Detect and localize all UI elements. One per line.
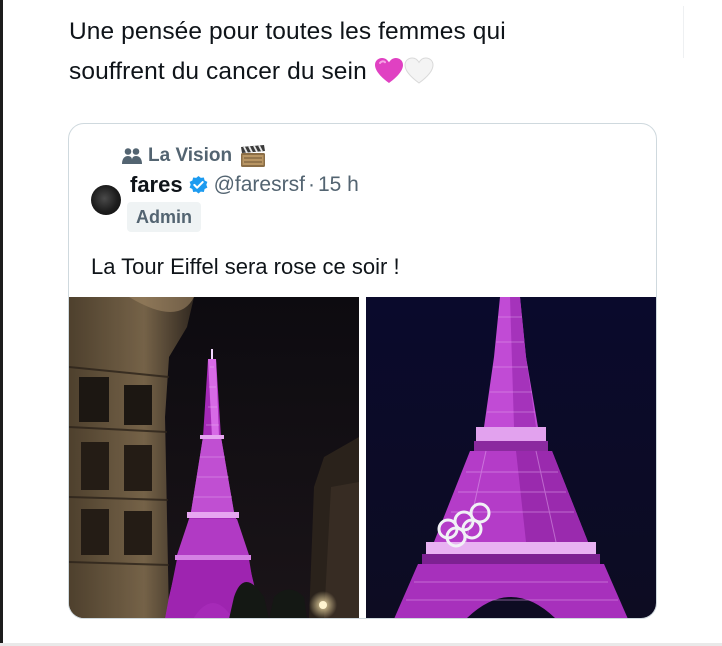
author-name[interactable]: fares (130, 172, 183, 198)
eiffel-street-photo (69, 297, 359, 618)
white-heart-icon (404, 57, 434, 84)
verified-badge-icon (189, 175, 207, 194)
eiffel-olympic-rings-photo (366, 297, 656, 618)
author-handle[interactable]: @faresrsf (214, 173, 305, 197)
window-edge (0, 0, 3, 646)
community-icon (122, 148, 142, 164)
separator-dot: · (307, 173, 315, 196)
divider (683, 6, 684, 58)
quoted-post-card[interactable]: La Vision fares @faresrsf · 15 h Admin L… (68, 123, 657, 619)
clapper-board-icon (241, 145, 266, 167)
post-text-line-1: Une pensée pour toutes les femmes qui (69, 18, 506, 45)
post-text-line-2-text: souffrent du cancer du sein (69, 58, 367, 85)
avatar[interactable] (91, 185, 121, 215)
community-name: La Vision (148, 145, 233, 166)
media-image-2[interactable] (366, 297, 656, 618)
pink-heart-icon (374, 58, 403, 83)
media-image-1[interactable] (69, 297, 359, 618)
quoted-author-row: fares @faresrsf · 15 h (91, 170, 359, 215)
post-text: Une pensée pour toutes les femmes qui so… (69, 12, 669, 92)
post-timestamp[interactable]: 15 h (318, 173, 359, 197)
quoted-post-text: La Tour Eiffel sera rose ce soir ! (91, 254, 400, 279)
media-grid (69, 297, 656, 618)
admin-badge: Admin (127, 202, 201, 232)
community-label[interactable]: La Vision (121, 142, 267, 170)
post-text-line-2: souffrent du cancer du sein (69, 52, 669, 92)
